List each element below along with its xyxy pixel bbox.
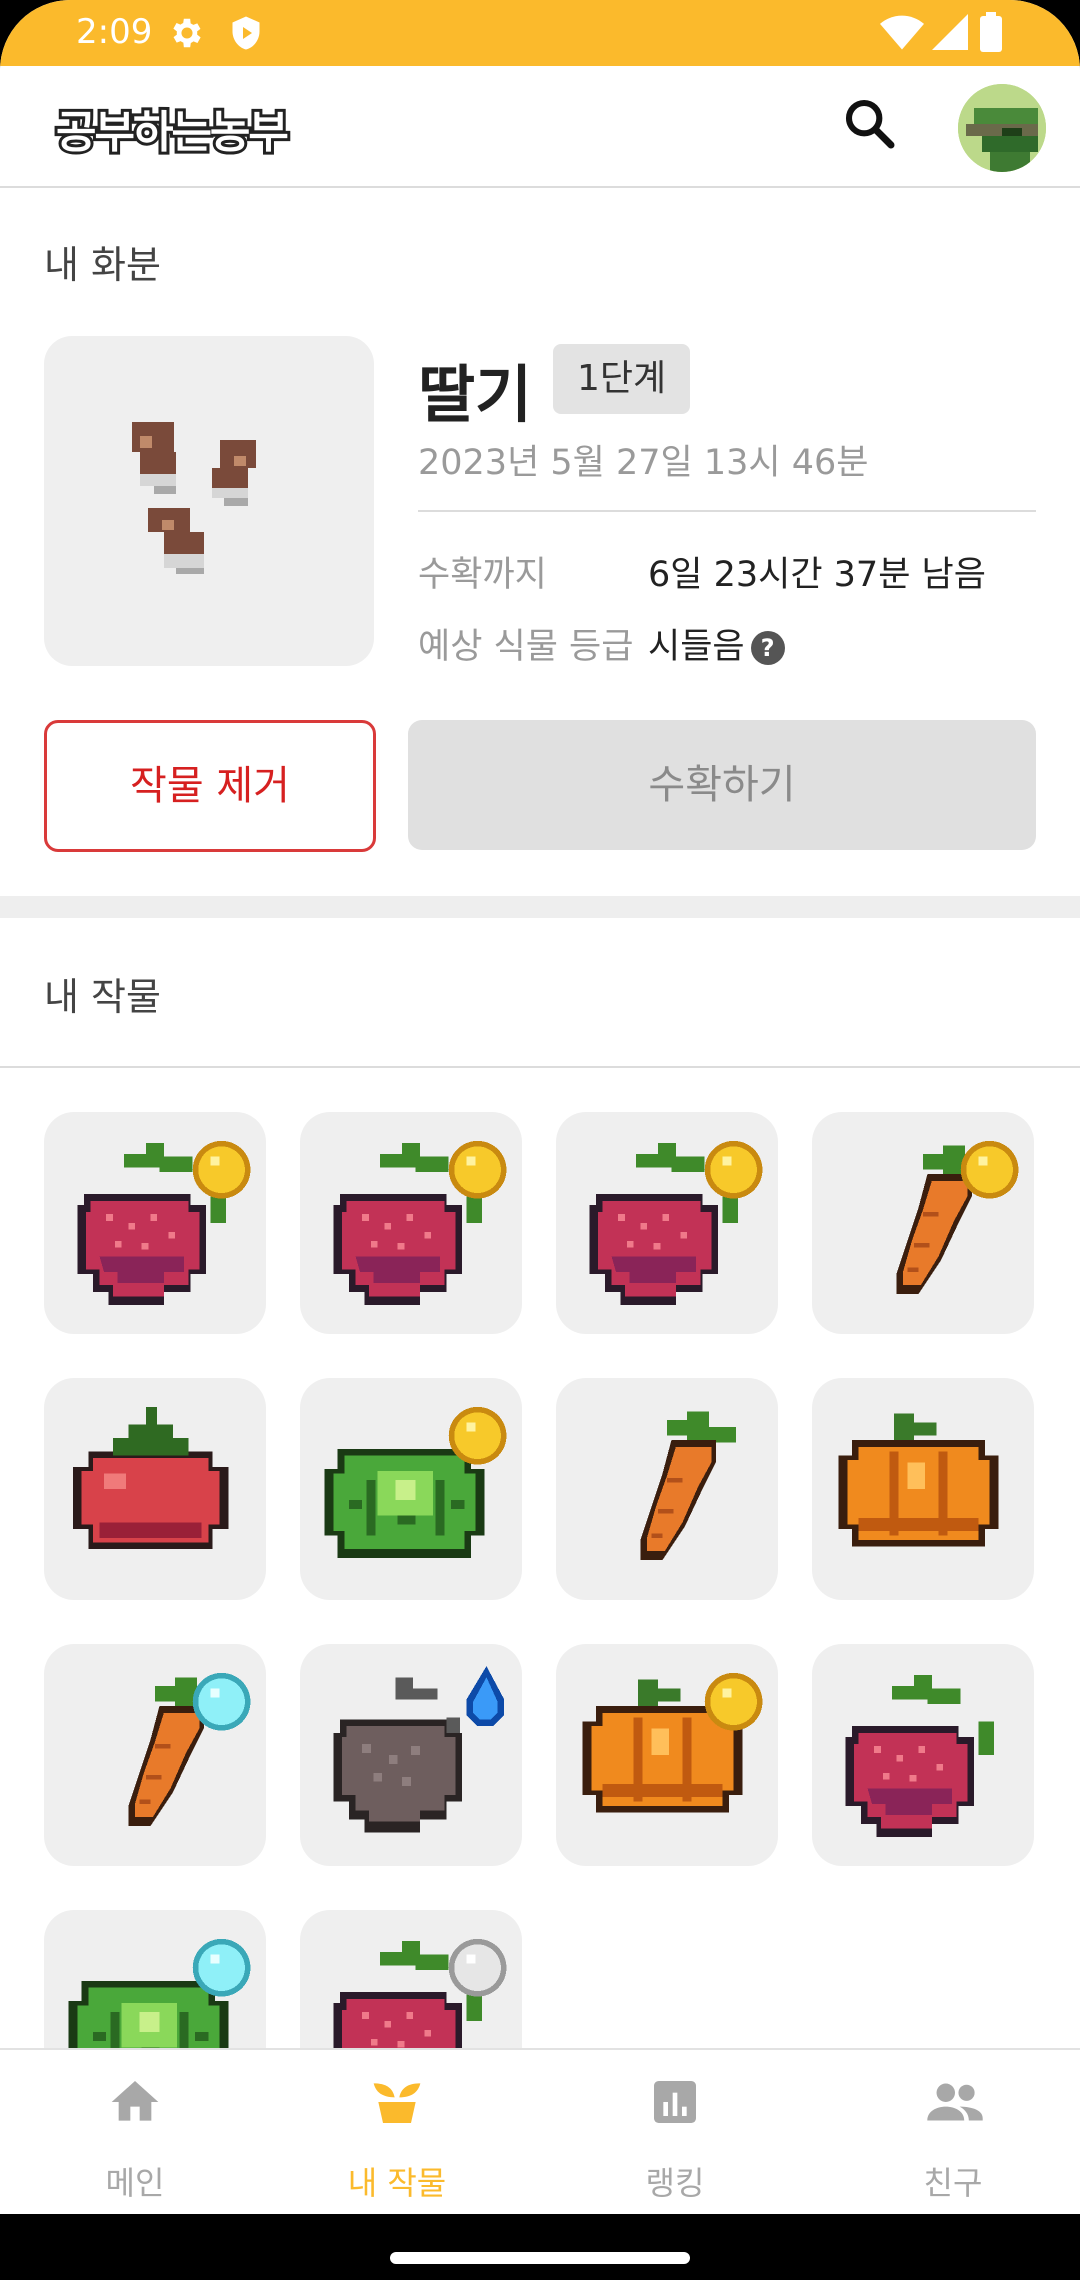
crop-tile[interactable]: [44, 1910, 266, 2050]
crop-carrot-icon: [128, 1672, 251, 1827]
crop-pumpkin-icon: [582, 1672, 763, 1813]
nav-item-ranking[interactable]: 랭킹: [540, 2050, 810, 2216]
crop-tile[interactable]: [812, 1112, 1034, 1334]
nav-item-friends[interactable]: 친구: [818, 2050, 1080, 2216]
crop-tomato-icon: [72, 1406, 229, 1549]
crop-cabbage-icon: [68, 1938, 251, 2050]
crop-strawberry-icon: [845, 1675, 995, 1838]
crop-tile[interactable]: [556, 1378, 778, 1600]
crop-tile[interactable]: [556, 1644, 778, 1866]
crop-wilted-icon: [333, 1666, 505, 1833]
crop-tile[interactable]: [812, 1644, 1034, 1866]
nav-item-my-crops[interactable]: 내 작물: [262, 2050, 532, 2216]
chart-icon: [654, 2081, 696, 2123]
crop-tile[interactable]: [300, 1910, 522, 2050]
crop-strawberry-icon: [333, 1938, 507, 2050]
crop-tile[interactable]: [44, 1112, 266, 1334]
gesture-bar: [0, 2214, 1080, 2280]
bottom-nav: 메인 내 작물 랭킹 친구: [0, 2048, 1080, 2216]
app-screen: 2:09 공부하는농부 내 화분 딸기 1단계 2023년 5월 27일 13시…: [0, 0, 1080, 2280]
crop-pumpkin-icon: [838, 1413, 999, 1547]
crop-tile[interactable]: [44, 1644, 266, 1866]
crop-grid: [0, 0, 1080, 2050]
crop-tile[interactable]: [300, 1112, 522, 1334]
crop-carrot-icon: [640, 1411, 736, 1561]
home-indicator[interactable]: [390, 2252, 690, 2264]
crop-strawberry-icon: [333, 1140, 507, 1306]
nav-item-main[interactable]: 메인: [0, 2050, 270, 2216]
crop-tile[interactable]: [300, 1378, 522, 1600]
sprout-icon: [373, 2083, 421, 2123]
nav-label-ranking: 랭킹: [645, 2164, 705, 2202]
crop-strawberry-icon: [589, 1140, 763, 1306]
crop-carrot-icon: [896, 1140, 1019, 1295]
home-icon: [111, 2081, 159, 2121]
people-icon: [927, 2083, 983, 2121]
crop-strawberry-icon: [77, 1140, 251, 1306]
nav-label-main: 메인: [105, 2164, 165, 2202]
crop-tile[interactable]: [44, 1378, 266, 1600]
nav-label-my-crops: 내 작물: [347, 2164, 447, 2202]
crop-cabbage-icon: [324, 1406, 507, 1558]
crop-tile[interactable]: [556, 1112, 778, 1334]
crop-tile[interactable]: [300, 1644, 522, 1866]
crop-tile[interactable]: [812, 1378, 1034, 1600]
nav-label-friends: 친구: [923, 2164, 983, 2202]
